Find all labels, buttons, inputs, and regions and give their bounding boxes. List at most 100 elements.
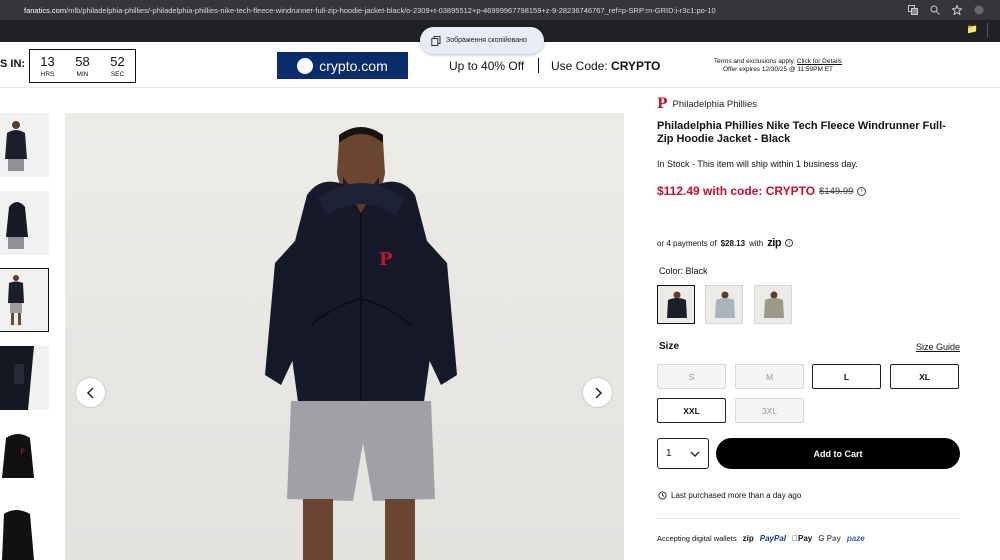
chevron-down-icon <box>690 451 700 457</box>
countdown-seconds: 52 SEC <box>110 53 125 78</box>
price-info-icon[interactable]: i <box>857 186 867 196</box>
gallery-prev-button[interactable] <box>75 377 106 408</box>
color-swatch-black[interactable] <box>657 285 695 324</box>
crypto-com-logo[interactable]: crypto.com <box>277 52 408 79</box>
thumbnail-image <box>5 121 27 171</box>
thumbnail-image <box>2 510 34 560</box>
stock-status: In Stock - This item will ship within 1 … <box>657 159 858 169</box>
paypal-logo: PayPal <box>759 534 786 543</box>
svg-text:P: P <box>20 448 25 456</box>
thumbnail-image <box>6 202 28 249</box>
price-block: $112.49 with code: CRYPTO $149.99 i <box>657 184 962 198</box>
size-option-3xl[interactable]: 3XL <box>735 398 804 423</box>
copy-icon <box>431 35 441 46</box>
size-option-m[interactable]: M <box>735 364 804 389</box>
thumbnail-sleeve-detail[interactable] <box>0 346 49 410</box>
countdown-label: S IN: <box>0 58 26 70</box>
promo-code-value: CRYPTO <box>611 59 661 73</box>
product-info-panel: P Philadelphia Phillies Philadelphia Phi… <box>657 96 962 543</box>
countdown-hours: 13 HRS <box>40 53 55 78</box>
main-product-image[interactable]: P <box>65 113 624 560</box>
color-label: Color: Black <box>659 266 708 276</box>
section-divider <box>657 518 960 519</box>
wallets-label: Accepting digital wallets <box>657 534 737 543</box>
thumbnail-front[interactable] <box>0 113 49 177</box>
zip-wallet-logo: zip <box>742 534 754 543</box>
size-option-xl[interactable]: XL <box>890 364 959 389</box>
bookmarks-separator <box>987 23 988 37</box>
crypto-lion-icon <box>297 57 314 74</box>
installments-prefix: or 4 payments of <box>657 238 717 248</box>
url-text[interactable]: fanatics.com/mlb/philadelphia-phillies/-… <box>0 6 908 15</box>
color-label-text: Color: <box>659 266 684 276</box>
installments-with: with <box>749 238 764 248</box>
swatch-image <box>715 291 735 318</box>
size-label: Size <box>659 341 680 352</box>
translate-icon[interactable] <box>908 5 918 15</box>
color-swatch-olive[interactable] <box>754 285 792 324</box>
apple-pay-text: Pay <box>792 534 812 543</box>
thumbnail-back[interactable] <box>0 191 49 255</box>
chevron-left-icon <box>86 386 94 399</box>
swatch-image <box>667 291 687 318</box>
thumbnail-product-front[interactable]: P <box>0 424 49 488</box>
countdown-unit: SEC <box>110 70 125 78</box>
digital-wallets: Accepting digital wallets zip PayPal Pa… <box>657 534 865 543</box>
offer-expiry: Offer expires 12/30/25 @ 11:59PM ET <box>722 66 834 73</box>
google-pay-logo: G Pay <box>812 534 841 543</box>
thumbnail-image: P <box>2 434 34 478</box>
color-swatch-gray[interactable] <box>705 285 743 324</box>
installments-row: or 4 payments of $28.13 with zip i <box>657 237 794 249</box>
browser-address-bar[interactable]: fanatics.com/mlb/philadelphia-phillies/-… <box>0 0 1000 20</box>
countdown-timer: 13 HRS 58 MIN 52 SEC <box>29 49 136 83</box>
last-purchased: Last purchased more than a day ago <box>658 491 801 500</box>
team-link[interactable]: P Philadelphia Phillies <box>657 96 962 112</box>
toast-text: Зображення скопійовано <box>446 37 527 44</box>
thumbnail-image <box>8 275 24 325</box>
countdown-minutes: 58 MIN <box>75 53 90 78</box>
promo-divider <box>538 58 539 73</box>
zoom-icon[interactable] <box>930 5 940 15</box>
terms-text: Terms and exclusions apply. <box>713 58 796 65</box>
partner-name: crypto.com <box>319 57 388 74</box>
size-option-xxl[interactable]: XXL <box>657 398 726 423</box>
countdown-unit: HRS <box>40 70 55 78</box>
paze-logo: paze <box>840 534 865 543</box>
chevron-right-icon <box>594 386 602 399</box>
last-purchased-text: Last purchased more than a day ago <box>671 491 802 500</box>
size-option-s[interactable]: S <box>657 364 726 389</box>
size-option-l[interactable]: L <box>812 364 881 389</box>
bookmarks-folder-icon[interactable]: 📁 <box>967 24 978 35</box>
countdown-value: 13 <box>40 53 55 69</box>
promo-offer: Up to 40% Off <box>449 59 525 73</box>
swatch-image <box>764 291 784 318</box>
star-icon[interactable] <box>952 5 962 15</box>
profile-icon[interactable] <box>974 5 984 15</box>
history-icon <box>658 491 667 500</box>
model-photo: P <box>65 113 624 560</box>
countdown-value: 52 <box>110 53 125 69</box>
size-guide-link[interactable]: Size Guide <box>916 342 960 352</box>
sale-price: $112.49 with code: CRYPTO <box>657 184 816 198</box>
color-value: Black <box>685 266 708 276</box>
thumbnail-full-body[interactable] <box>0 268 49 332</box>
zip-logo: zip <box>767 237 782 249</box>
quantity-value: 1 <box>666 448 672 459</box>
url-path: /mlb/philadelphia-phillies/-philadelphia… <box>66 5 716 15</box>
thumbnail-image <box>0 346 34 410</box>
terms-details-link[interactable]: Click for Details <box>797 58 842 65</box>
add-to-cart-button[interactable]: Add to Cart <box>716 438 960 469</box>
url-host: fanatics.com <box>24 5 67 15</box>
countdown-value: 58 <box>75 53 90 69</box>
phillies-logo-icon: P <box>657 96 668 112</box>
promo-terms: Terms and exclusions apply. Click for De… <box>703 58 853 74</box>
zip-info-icon[interactable]: i <box>785 239 794 247</box>
team-name: Philadelphia Phillies <box>672 98 758 110</box>
promo-code: Use Code: CRYPTO <box>551 59 660 73</box>
countdown-unit: MIN <box>76 70 89 78</box>
svg-text:P: P <box>379 249 393 270</box>
original-price: $149.99 <box>819 185 854 197</box>
thumbnail-product-back[interactable] <box>0 502 49 560</box>
gallery-next-button[interactable] <box>582 377 613 408</box>
quantity-select[interactable]: 1 <box>657 438 709 469</box>
